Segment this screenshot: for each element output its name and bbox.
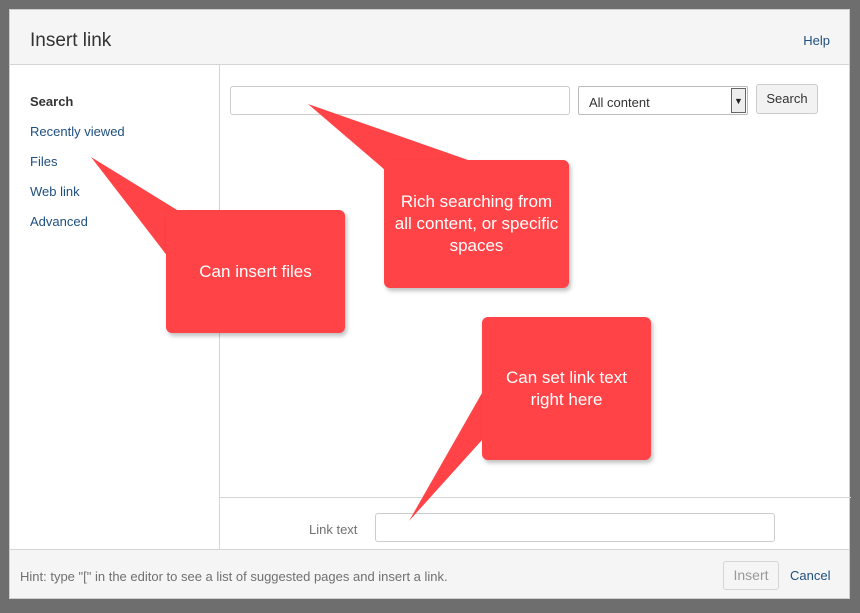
search-callout: Rich searching from all content, or spec… bbox=[384, 160, 569, 288]
sidebar-item-files[interactable]: Files bbox=[30, 154, 57, 169]
sidebar-item-recently-viewed[interactable]: Recently viewed bbox=[30, 124, 125, 139]
link-text-input[interactable] bbox=[375, 513, 775, 542]
insert-button[interactable]: Insert bbox=[723, 561, 779, 590]
chevron-down-icon[interactable]: ▼ bbox=[731, 88, 746, 113]
help-link[interactable]: Help bbox=[803, 33, 830, 48]
link-text-callout: Can set link text right here bbox=[482, 317, 651, 460]
files-callout: Can insert files bbox=[166, 210, 345, 333]
sidebar-item-web-link[interactable]: Web link bbox=[30, 184, 80, 199]
content-scope-value: All content bbox=[589, 95, 650, 110]
dialog-title: Insert link bbox=[30, 30, 112, 51]
dialog-header: Insert link Help bbox=[10, 10, 849, 65]
link-text-label: Link text bbox=[309, 522, 358, 537]
dialog-footer: Hint: type "[" in the editor to see a li… bbox=[10, 549, 849, 598]
hint-text: Hint: type "[" in the editor to see a li… bbox=[20, 569, 448, 584]
cancel-link[interactable]: Cancel bbox=[790, 568, 830, 583]
search-button[interactable]: Search bbox=[756, 84, 818, 114]
search-input[interactable] bbox=[230, 86, 570, 115]
link-text-section: Link text bbox=[220, 497, 851, 549]
sidebar-item-search[interactable]: Search bbox=[30, 94, 73, 109]
insert-link-dialog: Insert link Help Search Recently viewed … bbox=[9, 9, 851, 599]
sidebar-item-advanced[interactable]: Advanced bbox=[30, 214, 88, 229]
content-scope-select[interactable]: All content ▼ bbox=[578, 86, 748, 115]
